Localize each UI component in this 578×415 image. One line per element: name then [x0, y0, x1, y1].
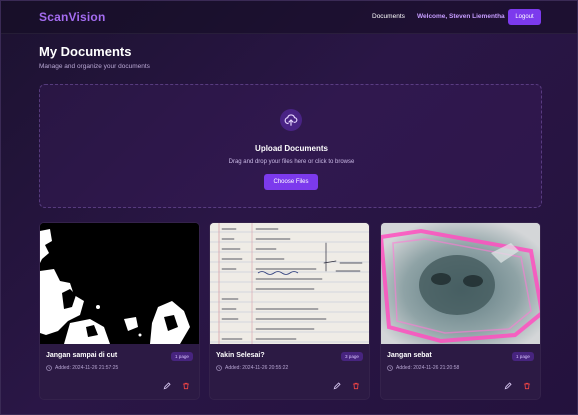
choose-files-button[interactable]: Choose Files [264, 174, 318, 190]
added-date-text: Added: 2024-11-26 21:20:58 [396, 365, 460, 371]
document-card[interactable]: Yakin Selesai? 3 page Added: 2024-11-26 … [209, 222, 370, 400]
delete-button[interactable] [181, 381, 190, 390]
nav-link-documents[interactable]: Documents [372, 13, 405, 20]
added-date: Added: 2024-11-26 20:55:22 [216, 365, 288, 371]
trash-icon [182, 382, 189, 389]
upload-subtitle: Drag and drop your files here or click t… [228, 159, 355, 165]
upload-dropzone[interactable]: Upload Documents Drag and drop your file… [39, 84, 542, 208]
pencil-icon [163, 381, 171, 389]
document-title: Yakin Selesai? [216, 352, 265, 359]
upload-title: Upload Documents [255, 144, 328, 153]
pencil-icon [333, 381, 341, 389]
document-thumbnail[interactable] [381, 223, 540, 344]
brand-logo[interactable]: ScanVision [39, 10, 105, 24]
document-card[interactable]: Jangan sebat 1 page Added: 2024-11-26 21… [380, 222, 541, 400]
document-card[interactable]: Jangan sampai di cut 1 page Added: 2024-… [39, 222, 200, 400]
document-title: Jangan sebat [387, 352, 432, 359]
added-date-text: Added: 2024-11-26 20:55:22 [225, 365, 289, 371]
document-thumbnail[interactable] [40, 223, 199, 344]
edit-button[interactable] [332, 381, 341, 390]
trash-icon [352, 382, 359, 389]
trash-icon [523, 382, 530, 389]
edit-button[interactable] [503, 381, 512, 390]
added-date: Added: 2024-11-26 21:20:58 [387, 365, 459, 371]
page-count-badge: 1 page [170, 352, 193, 361]
clock-icon [387, 365, 393, 371]
app-window: ScanVision Documents Welcome, Steven Lie… [0, 0, 578, 415]
added-date-text: Added: 2024-11-26 21:57:25 [55, 365, 119, 371]
cloud-upload-icon [280, 109, 302, 131]
page-title: My Documents [39, 44, 132, 59]
edit-button[interactable] [162, 381, 171, 390]
page-count-badge: 3 page [340, 352, 363, 361]
welcome-text: Welcome, Steven Liementha [417, 13, 505, 20]
pencil-icon [504, 381, 512, 389]
delete-button[interactable] [522, 381, 531, 390]
added-date: Added: 2024-11-26 21:57:25 [46, 365, 118, 371]
document-thumbnail[interactable] [210, 223, 369, 344]
logout-button[interactable]: Logout [508, 9, 541, 25]
document-title: Jangan sampai di cut [46, 352, 118, 359]
top-nav-bar: ScanVision Documents Welcome, Steven Lie… [1, 1, 577, 34]
clock-icon [216, 365, 222, 371]
page-subtitle: Manage and organize your documents [39, 63, 150, 70]
delete-button[interactable] [351, 381, 360, 390]
clock-icon [46, 365, 52, 371]
page-count-badge: 1 page [511, 352, 534, 361]
